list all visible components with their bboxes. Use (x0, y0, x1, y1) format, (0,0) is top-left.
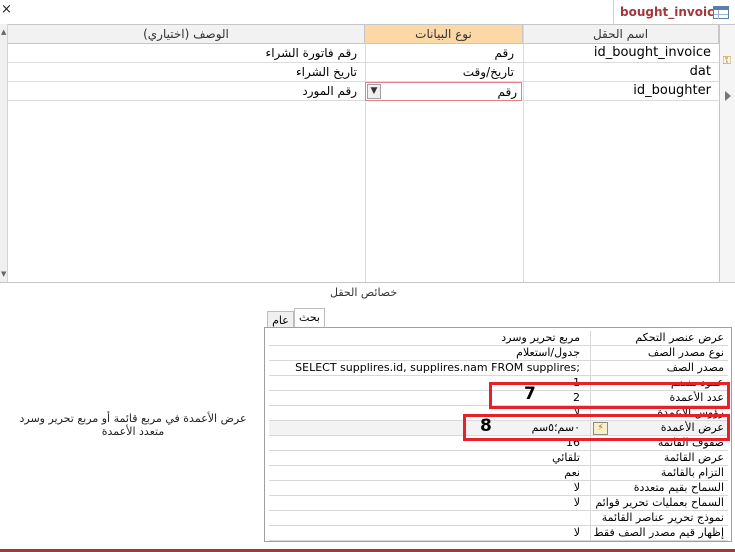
column-header-data-type[interactable]: نوع البيانات (365, 25, 523, 44)
property-label: إظهار قيم مصدر الصف فقط (590, 526, 728, 541)
current-row-arrow-icon (725, 91, 731, 101)
property-row[interactable]: عرض القائمة تلقائي (269, 451, 728, 466)
property-value[interactable]: لا (269, 496, 584, 511)
document-tab[interactable]: bought_invoice (613, 0, 735, 26)
scroll-down-icon[interactable]: ▼ (1, 270, 6, 278)
property-value[interactable]: SELECT supplires.id, supplires.nam FROM … (269, 361, 584, 376)
annotation-number-7: 7 (524, 384, 536, 404)
property-value[interactable]: مربع تحرير وسرد (269, 331, 584, 346)
table-icon (713, 6, 729, 19)
row-selector-column[interactable]: ⚿ (719, 25, 735, 283)
field-properties-title: خصائص الحقل (330, 286, 398, 299)
property-value[interactable] (269, 511, 584, 526)
pane-divider[interactable] (0, 282, 735, 283)
scroll-up-icon[interactable]: ▲ (1, 28, 6, 36)
annotation-box-column-widths (463, 414, 730, 441)
property-help-text: عرض الأعمدة في مربع قائمة أو مربع تحرير … (19, 412, 247, 438)
property-value[interactable]: لا (269, 481, 584, 496)
property-row[interactable]: السماح بقيم متعددة لا (269, 481, 728, 496)
data-type-cell[interactable]: رقم (397, 83, 517, 102)
field-name-cell[interactable]: id_bought_invoice (521, 44, 711, 63)
property-value[interactable]: جدول/استعلام (269, 346, 584, 361)
chevron-down-icon[interactable]: ▼ (367, 84, 381, 99)
property-label: نوع مصدر الصف (590, 346, 728, 361)
column-header-field-name[interactable]: اسم الحقل (523, 25, 719, 44)
description-cell[interactable]: رقم المورد (8, 82, 361, 101)
close-icon[interactable]: × (1, 2, 12, 17)
property-label: التزام بالقائمة (590, 466, 728, 481)
primary-key-icon: ⚿ (722, 54, 731, 67)
data-type-combo[interactable]: ▼ رقم (365, 82, 522, 101)
property-value[interactable]: لا (269, 526, 584, 541)
tab-general[interactable]: عام (267, 311, 294, 328)
description-cell[interactable]: رقم فاتورة الشراء (8, 44, 361, 63)
property-row[interactable]: نوع مصدر الصف جدول/استعلام (269, 346, 728, 361)
field-design-grid: الوصف (اختياري) نوع البيانات اسم الحقل i… (8, 24, 735, 283)
property-row[interactable]: إظهار قيم مصدر الصف فقط لا (269, 526, 728, 541)
property-row[interactable]: السماح بعمليات تحرير قوائم لا (269, 496, 728, 511)
field-row[interactable]: id_bought_invoice رقم رقم فاتورة الشراء (8, 44, 719, 63)
field-row[interactable]: dat تاريخ/وقت تاريخ الشراء (8, 63, 719, 82)
tab-lookup[interactable]: بحث (294, 308, 325, 328)
property-label: نموذج تحرير عناصر القائمة (590, 511, 728, 526)
property-row[interactable]: التزام بالقائمة نعم (269, 466, 728, 481)
property-value[interactable]: نعم (269, 466, 584, 481)
field-name-cell[interactable]: id_boughter (521, 82, 711, 101)
property-value[interactable]: تلقائي (269, 451, 584, 466)
property-label: عرض عنصر التحكم (590, 331, 728, 346)
property-label: عرض القائمة (590, 451, 728, 466)
property-label: السماح بقيم متعددة (590, 481, 728, 496)
document-tab-title: bought_invoice (620, 5, 723, 19)
property-row[interactable]: نموذج تحرير عناصر القائمة (269, 511, 728, 526)
grid-vertical-scrollbar[interactable]: ▲ ▼ (0, 24, 8, 282)
field-name-cell[interactable]: dat (521, 63, 711, 82)
property-label: السماح بعمليات تحرير قوائم (590, 496, 728, 511)
field-row-selected[interactable]: id_boughter ▼ رقم رقم المورد (8, 82, 719, 101)
property-label: مصدر الصف (590, 361, 728, 376)
column-header-description[interactable]: الوصف (اختياري) (8, 25, 365, 44)
property-row[interactable]: مصدر الصف SELECT supplires.id, supplires… (269, 361, 728, 376)
property-row[interactable]: عرض عنصر التحكم مربع تحرير وسرد (269, 331, 728, 346)
description-cell[interactable]: تاريخ الشراء (8, 63, 361, 82)
annotation-number-8: 8 (480, 416, 492, 436)
data-type-cell[interactable]: رقم (368, 44, 518, 63)
data-type-cell[interactable]: تاريخ/وقت (368, 63, 518, 82)
